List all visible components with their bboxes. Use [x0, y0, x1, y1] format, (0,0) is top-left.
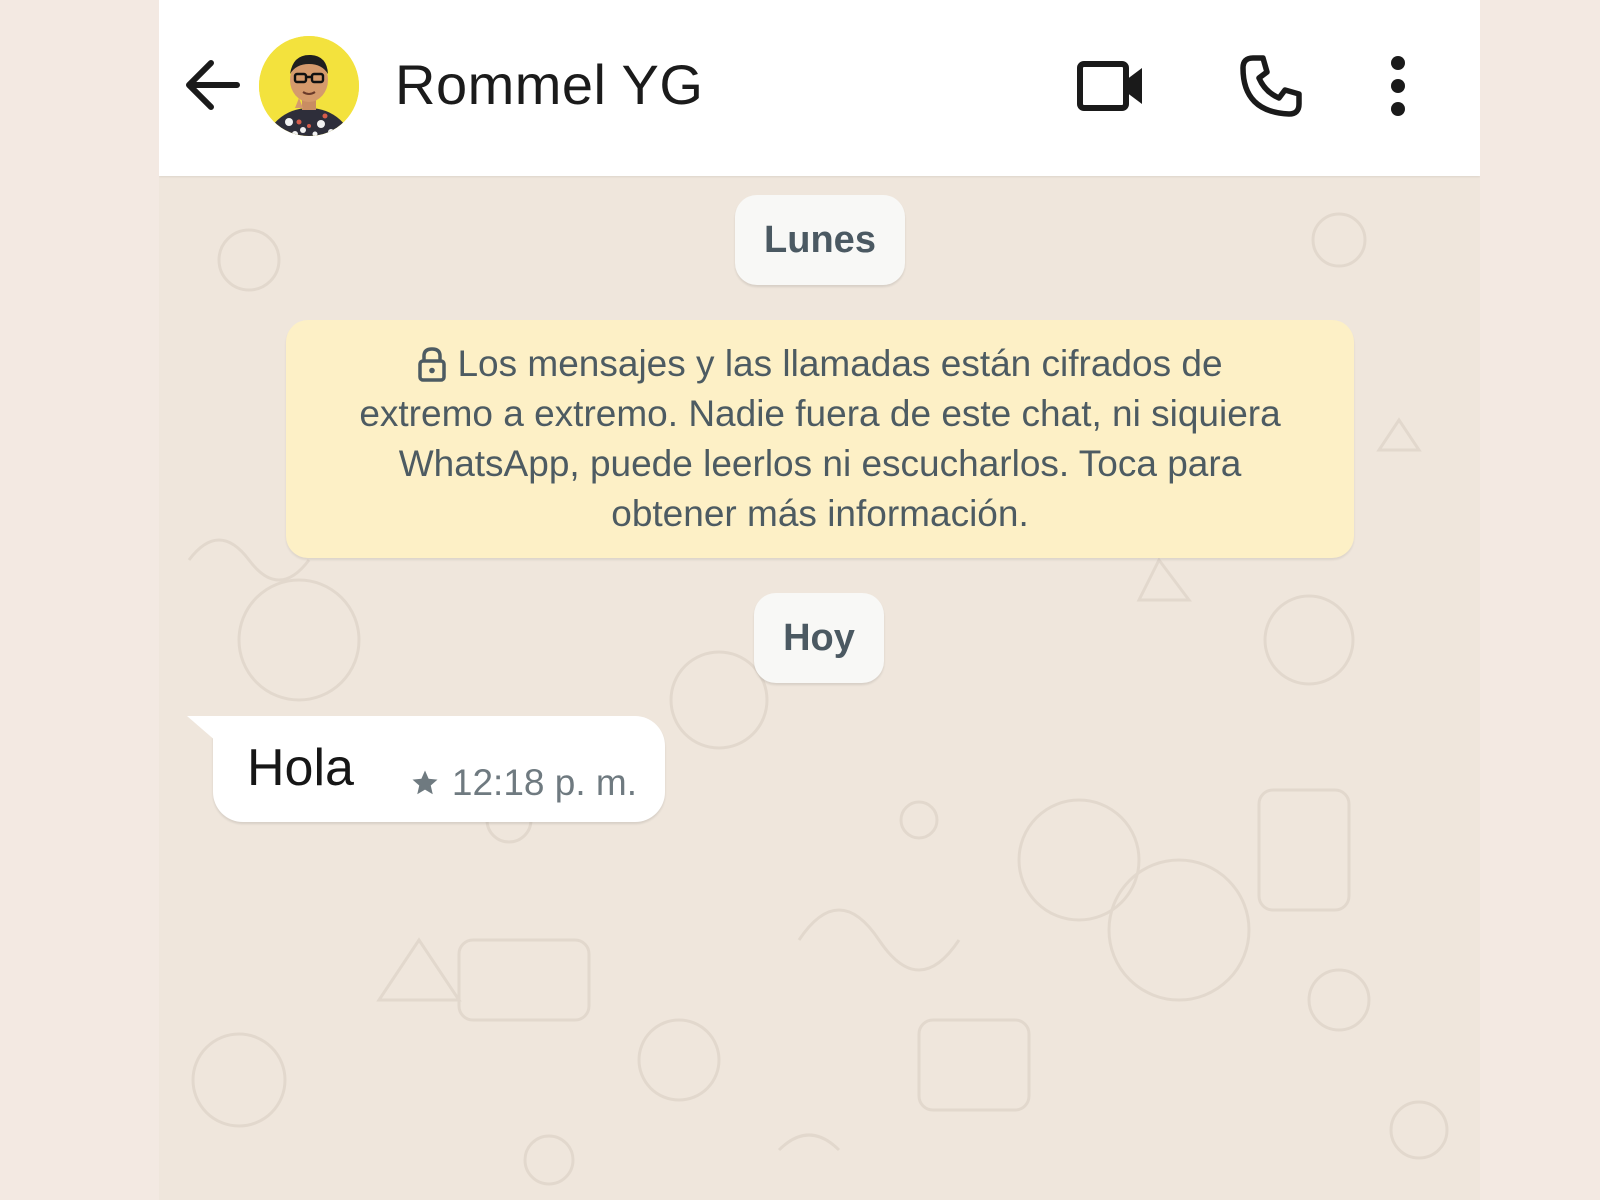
video-call-button[interactable]: [1071, 50, 1151, 122]
incoming-message-bubble[interactable]: Hola 12:18 p. m.: [187, 716, 665, 822]
voice-call-button[interactable]: [1235, 50, 1307, 122]
back-button[interactable]: [177, 50, 247, 120]
encryption-notice[interactable]: Los mensajes y las llamadas están cifrad…: [286, 320, 1354, 558]
encryption-notice-text: Los mensajes y las llamadas están cifrad…: [359, 343, 1281, 534]
date-chip-label: Lunes: [764, 218, 876, 261]
chat-screen: Rommel YG Lunes Los mensajes y las llama…: [159, 0, 1480, 1200]
date-chip-lunes: Lunes: [735, 195, 905, 285]
phone-icon: [1240, 55, 1302, 117]
more-vert-icon: [1391, 56, 1405, 116]
date-chip-label: Hoy: [783, 616, 855, 659]
bubble-tail: [187, 716, 217, 742]
message-text: Hola: [247, 739, 354, 797]
star-icon: [412, 770, 438, 795]
contact-avatar[interactable]: [259, 36, 359, 136]
arrow-left-icon: [186, 60, 240, 110]
date-chip-hoy: Hoy: [754, 593, 884, 683]
message-meta: 12:18 p. m.: [410, 762, 637, 804]
message-time: 12:18 p. m.: [451, 762, 637, 803]
video-camera-icon: [1077, 61, 1142, 111]
more-options-button[interactable]: [1373, 46, 1423, 126]
avatar-image: [259, 36, 359, 136]
encryption-notice-content: Los mensajes y las llamadas están cifrad…: [346, 339, 1294, 539]
lock-icon: [418, 347, 447, 382]
contact-name[interactable]: Rommel YG: [395, 50, 703, 120]
chat-header: Rommel YG: [159, 0, 1480, 176]
